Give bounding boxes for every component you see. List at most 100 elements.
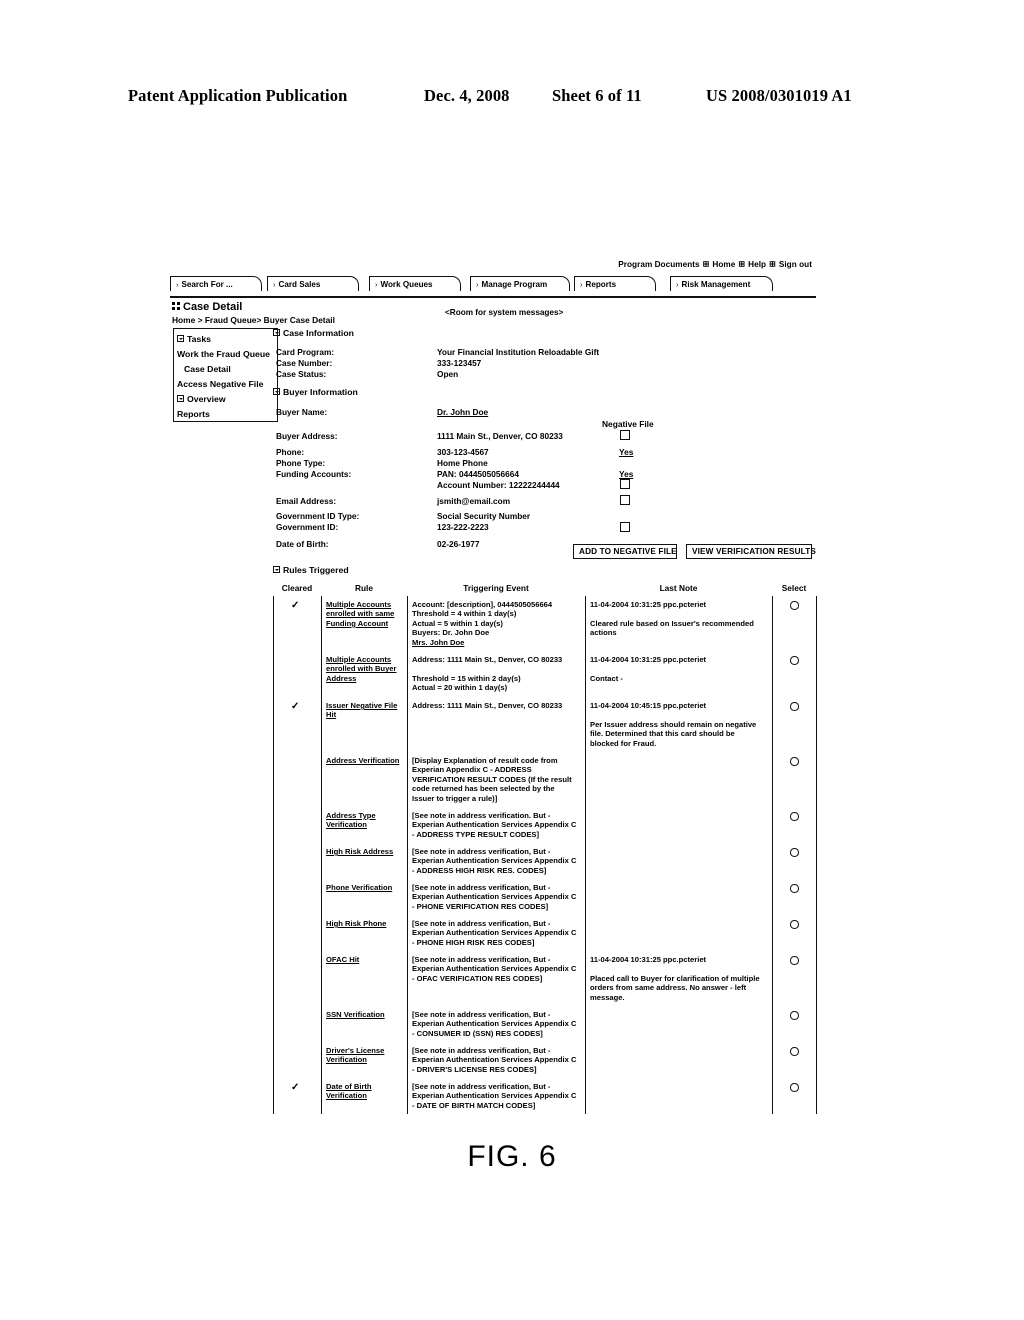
value-case-status: Open bbox=[437, 369, 459, 379]
expander-icon[interactable] bbox=[273, 566, 280, 573]
section-label: Buyer Information bbox=[283, 387, 358, 397]
tab-manage-program[interactable]: › Manage Program bbox=[470, 276, 570, 291]
triggering-event-cell: [See note in address verification, But -… bbox=[412, 1046, 577, 1074]
label-phone-type: Phone Type: bbox=[276, 458, 326, 468]
negative-file-yes-funding-account[interactable]: Yes bbox=[619, 469, 633, 479]
select-radio[interactable] bbox=[790, 1047, 799, 1056]
negative-file-yes-phone[interactable]: Yes bbox=[619, 447, 633, 457]
rule-link[interactable]: Address Verification bbox=[326, 756, 402, 765]
value-phone-type: Home Phone bbox=[437, 458, 488, 468]
select-radio[interactable] bbox=[790, 812, 799, 821]
table-row: Multiple Accounts enrolled with Buyer Ad… bbox=[273, 651, 816, 697]
value-funding-account-number: Account Number: 12222244444 bbox=[437, 480, 560, 490]
rule-link[interactable]: High Risk Phone bbox=[326, 919, 402, 928]
label-phone: Phone: bbox=[276, 447, 305, 457]
rule-link[interactable]: Issuer Negative File Hit bbox=[326, 701, 402, 720]
column-header-rule: Rule bbox=[355, 583, 373, 593]
tab-card-sales[interactable]: › Card Sales bbox=[267, 276, 359, 291]
tab-reports[interactable]: › Reports bbox=[574, 276, 656, 291]
section-buyer-information[interactable]: Buyer Information bbox=[273, 387, 358, 397]
table-column-divider bbox=[407, 596, 408, 1114]
sidebar-item-label: Overview bbox=[187, 394, 226, 404]
rule-link[interactable]: SSN Verification bbox=[326, 1010, 402, 1019]
cleared-check-icon: ✓ bbox=[291, 1082, 300, 1093]
value-government-id-type: Social Security Number bbox=[437, 511, 531, 521]
rule-link[interactable]: Driver's License Verification bbox=[326, 1046, 402, 1065]
expander-icon[interactable] bbox=[177, 335, 184, 342]
rules-table-body: ✓ Multiple Accounts enrolled with same Fu… bbox=[273, 596, 817, 1114]
sidebar-item-case-detail[interactable]: Case Detail bbox=[177, 362, 277, 377]
table-row: ✓ Date of Birth Verification [See note in … bbox=[273, 1078, 816, 1114]
negative-file-checkbox-buyer-address[interactable] bbox=[620, 430, 630, 440]
view-verification-results-button[interactable]: VIEW VERIFICATION RESULTS bbox=[686, 544, 816, 559]
rule-link[interactable]: Address Type Verification bbox=[326, 811, 402, 830]
link-home[interactable]: Home bbox=[712, 260, 735, 269]
select-radio[interactable] bbox=[790, 1083, 799, 1092]
label-date-of-birth: Date of Birth: bbox=[276, 539, 329, 549]
table-column-divider bbox=[273, 596, 274, 1114]
value-date-of-birth: 02-26-1977 bbox=[437, 539, 480, 549]
label-case-status: Case Status: bbox=[276, 369, 327, 379]
rule-link[interactable]: High Risk Address bbox=[326, 847, 402, 856]
link-help[interactable]: Help bbox=[748, 260, 766, 269]
figure-caption: FIG. 6 bbox=[467, 1140, 557, 1173]
expander-icon[interactable] bbox=[273, 388, 280, 395]
table-column-divider bbox=[585, 596, 586, 1114]
select-radio[interactable] bbox=[790, 956, 799, 965]
negative-file-checkbox-government-id[interactable] bbox=[620, 522, 630, 532]
rule-link[interactable]: Multiple Accounts enrolled with same Fun… bbox=[326, 600, 402, 628]
select-radio[interactable] bbox=[790, 656, 799, 665]
column-header-triggering-event: Triggering Event bbox=[463, 583, 529, 593]
expander-icon[interactable] bbox=[177, 395, 184, 402]
rule-link[interactable]: Date of Birth Verification bbox=[326, 1082, 402, 1101]
sidebar-item-tasks[interactable]: Tasks bbox=[177, 332, 277, 347]
value-funding-account-pan: PAN: 0444505056664 bbox=[437, 469, 519, 479]
separator-icon: ⊞ bbox=[702, 259, 710, 269]
select-radio[interactable] bbox=[790, 884, 799, 893]
expander-icon[interactable] bbox=[273, 329, 280, 336]
link-sign-out[interactable]: Sign out bbox=[779, 260, 812, 269]
table-row: Address Verification [Display Explanation… bbox=[273, 752, 816, 807]
sidebar-item-label: Case Detail bbox=[184, 364, 231, 374]
tab-risk-management[interactable]: › Risk Management bbox=[670, 276, 773, 291]
sidebar-item-overview[interactable]: Overview bbox=[177, 392, 277, 407]
sidebar-item-label: Work the Fraud Queue bbox=[177, 349, 271, 359]
chevron-right-icon: › bbox=[273, 280, 276, 289]
sidebar-item-label: Reports bbox=[177, 409, 210, 419]
link-program-documents[interactable]: Program Documents bbox=[618, 260, 699, 269]
chevron-right-icon: › bbox=[375, 280, 378, 289]
cleared-check-icon: ✓ bbox=[291, 701, 300, 712]
column-header-cleared: Cleared bbox=[281, 583, 313, 593]
triggering-event-cell: Account: [description], 0444505056664 Thr… bbox=[412, 600, 553, 647]
select-radio[interactable] bbox=[790, 848, 799, 857]
triggering-event-cell: [See note in address verification, But -… bbox=[412, 919, 577, 947]
rule-link[interactable]: OFAC Hit bbox=[326, 955, 402, 964]
label-email-address: Email Address: bbox=[276, 496, 337, 506]
rule-link[interactable]: Multiple Accounts enrolled with Buyer Ad… bbox=[326, 655, 402, 683]
separator-icon: ⊞ bbox=[769, 259, 776, 269]
section-case-information[interactable]: Case Information bbox=[273, 328, 354, 338]
select-radio[interactable] bbox=[790, 601, 799, 610]
sidebar-item-access-negative-file[interactable]: Access Negative File bbox=[177, 377, 277, 392]
label-funding-accounts: Funding Accounts: bbox=[276, 469, 352, 479]
rule-link[interactable]: Phone Verification bbox=[326, 883, 402, 892]
select-radio[interactable] bbox=[790, 1011, 799, 1020]
negative-file-checkbox-account-number[interactable] bbox=[620, 479, 630, 489]
select-radio[interactable] bbox=[790, 920, 799, 929]
label-government-id: Government ID: bbox=[276, 522, 339, 532]
section-rules-triggered[interactable]: Rules Triggered bbox=[273, 565, 349, 575]
tab-search-for[interactable]: › Search For ... bbox=[170, 276, 262, 291]
table-row: OFAC Hit [See note in address verificatio… bbox=[273, 951, 816, 1006]
select-radio[interactable] bbox=[790, 702, 799, 711]
table-column-divider bbox=[816, 596, 817, 1114]
select-radio[interactable] bbox=[790, 757, 799, 766]
add-to-negative-file-button[interactable]: ADD TO NEGATIVE FILE bbox=[573, 544, 677, 559]
tab-work-queues[interactable]: › Work Queues bbox=[369, 276, 461, 291]
sidebar-item-work-the-fraud-queue[interactable]: Work the Fraud Queue bbox=[177, 347, 277, 362]
sidebar-item-reports[interactable]: Reports bbox=[177, 407, 277, 422]
triggering-event-cell: [See note in address verification, But -… bbox=[412, 1010, 577, 1038]
value-buyer-name[interactable]: Dr. John Doe bbox=[437, 407, 488, 417]
section-label: Rules Triggered bbox=[283, 565, 349, 575]
negative-file-checkbox-email[interactable] bbox=[620, 495, 630, 505]
value-email-address: jsmith@email.com bbox=[437, 496, 511, 506]
